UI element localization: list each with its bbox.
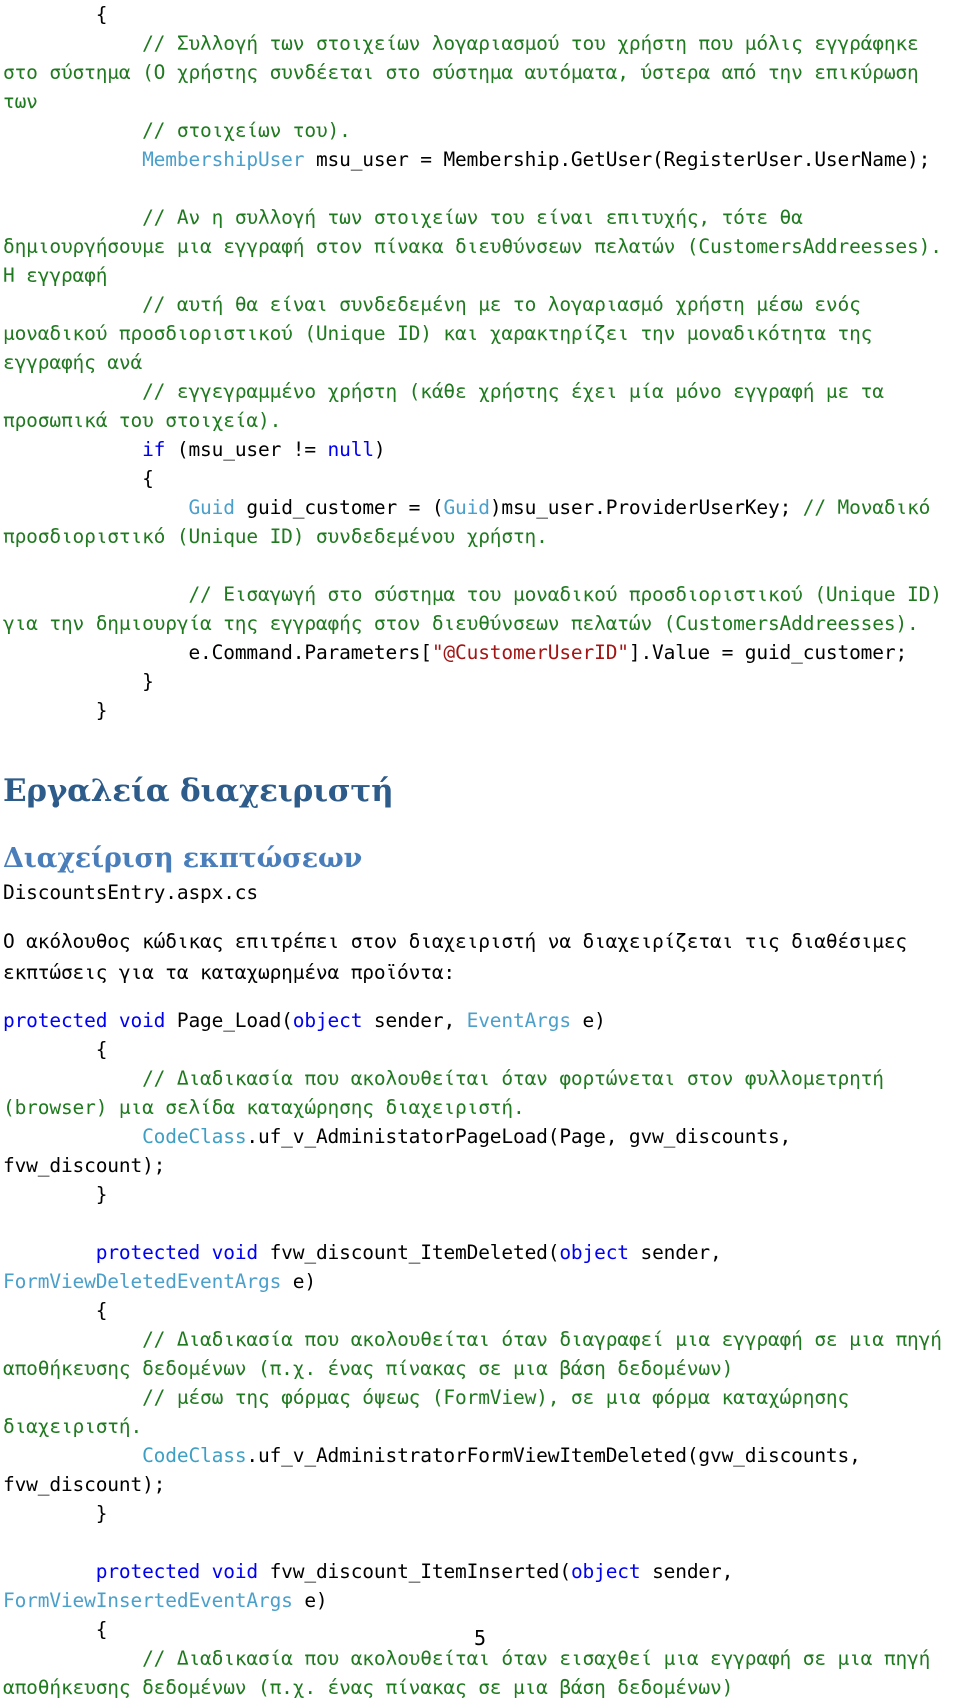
code-token-plain: e) — [281, 1270, 316, 1293]
code-token-cm: // Διαδικασία που ακολουθείται όταν διαγ… — [3, 1328, 954, 1380]
code-token-cm: // Εισαγωγή στο σύστημα του μοναδικού πρ… — [3, 583, 954, 635]
page-number: 5 — [473, 1626, 487, 1650]
code-token-plain: e) — [292, 1589, 328, 1612]
code-token-kw: if — [142, 438, 166, 461]
code-token-ty: FormViewInsertedEventArgs — [3, 1589, 293, 1612]
code-token-kw: null — [327, 438, 375, 461]
code-token-cm: // εγγεγραμμένο χρήστη (κάθε χρήστης έχε… — [3, 380, 896, 432]
section-heading-discount-management: Διαχείριση εκπτώσεων — [3, 843, 363, 874]
code-token-plain: e) — [570, 1009, 606, 1032]
code-token-cm: // αυτή θα είναι συνδεδεμένη με το λογαρ… — [3, 293, 884, 374]
code-token-kw: object — [570, 1560, 641, 1583]
document-page: { // Συλλογή των στοιχείων λογαριασμού τ… — [0, 0, 960, 1699]
page-heading-admin-tools: Εργαλεία διαχειριστή — [3, 773, 394, 809]
code-token-kw: object — [559, 1241, 629, 1264]
code-token-plain: ].Value = guid_customer; — [628, 641, 908, 664]
code-token-ty: Guid — [188, 496, 235, 519]
code-token-ty2: CodeClass — [142, 1444, 247, 1467]
code-token-plain: } — [3, 1183, 108, 1206]
code-token-plain: sender, — [640, 1560, 745, 1583]
code-token-plain: } — [3, 670, 154, 693]
code-token-plain: sender, — [362, 1009, 467, 1032]
code-block-registration: { // Συλλογή των στοιχείων λογαριασμού τ… — [0, 0, 960, 725]
code-token-plain: Page_Load( — [165, 1009, 293, 1032]
code-token-ty2: CodeClass — [142, 1125, 247, 1148]
code-token-ty: MembershipUser — [142, 148, 305, 171]
code-token-ty: FormViewDeletedEventArgs — [3, 1270, 282, 1293]
code-token-kw: protected void — [3, 1009, 166, 1032]
code-token-plain: )msu_user.ProviderUserKey; — [489, 496, 803, 519]
code-token-ty: Guid — [443, 496, 490, 519]
code-token-plain: (msu_user != — [165, 438, 328, 461]
code-token-plain: ) — [373, 438, 386, 461]
code-token-cm: // μέσω της φόρμας όψεως (FormView), σε … — [3, 1386, 861, 1438]
code-token-plain: guid_customer = ( — [234, 496, 444, 519]
code-token-cm: // Συλλογή των στοιχείων λογαριασμού του… — [3, 32, 931, 113]
code-token-ty: EventArgs — [466, 1009, 571, 1032]
code-token-kw: protected void — [95, 1241, 258, 1264]
code-token-plain: { — [3, 3, 108, 26]
code-token-plain: { — [3, 467, 154, 490]
code-token-plain: fvw_discount_ItemInserted( — [258, 1560, 572, 1583]
code-token-kw: protected void — [95, 1560, 258, 1583]
code-token-plain: } — [3, 699, 108, 722]
code-token-cm: // Διαδικασία που ακολουθείται όταν φορτ… — [3, 1067, 896, 1119]
code-token-str: "@CustomerUserID" — [431, 641, 629, 664]
code-token-plain: } — [3, 1502, 108, 1525]
code-token-plain: sender, — [628, 1241, 734, 1264]
code-token-plain: { — [3, 1299, 108, 1322]
code-token-plain: e.Command.Parameters[ — [3, 641, 432, 664]
code-token-cm: // Αν η συλλογή των στοιχείων του είναι … — [3, 206, 954, 287]
code-token-plain: { — [3, 1038, 108, 1061]
intro-paragraph: Ο ακόλουθος κώδικας επιτρέπει στον διαχε… — [3, 930, 908, 984]
code-block-discounts: protected void Page_Load(object sender, … — [0, 1006, 960, 1702]
source-filename: DiscountsEntry.aspx.cs — [3, 881, 258, 904]
code-token-plain: msu_user = Membership.GetUser(RegisterUs… — [304, 148, 931, 171]
code-token-cm: // Διαδικασία που ακολουθείται όταν εισα… — [3, 1647, 942, 1699]
code-token-cm: // στοιχείων του). — [3, 119, 351, 142]
code-token-plain: fvw_discount_ItemDeleted( — [258, 1241, 560, 1264]
code-token-kw: object — [292, 1009, 363, 1032]
